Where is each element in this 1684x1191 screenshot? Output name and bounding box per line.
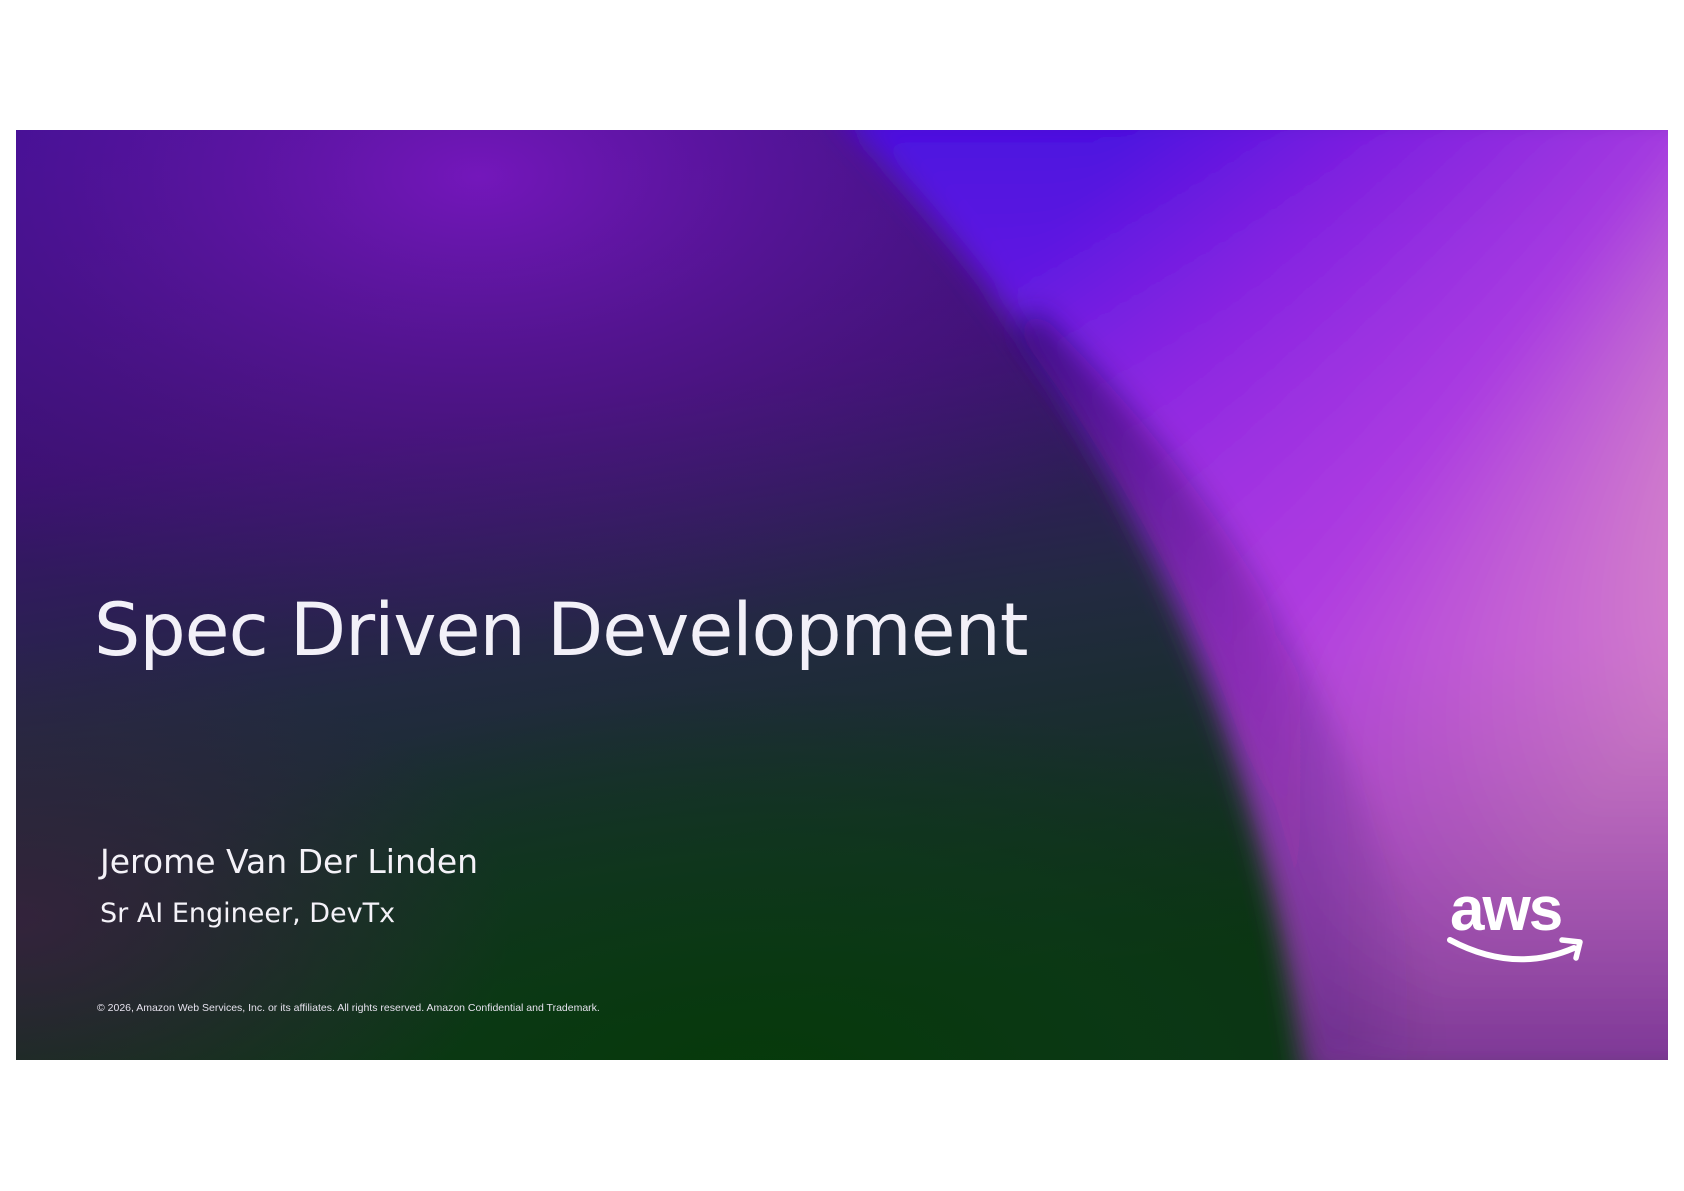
copyright-notice: © 2026, Amazon Web Services, Inc. or its… (97, 1002, 600, 1014)
aws-logo-text: aws (1450, 878, 1561, 944)
title-slide: Spec Driven Development Jerome Van Der L… (16, 130, 1668, 1060)
page: Spec Driven Development Jerome Van Der L… (0, 0, 1684, 1191)
aws-logo: aws (1447, 878, 1583, 963)
slide-title: Spec Driven Development (94, 588, 1028, 673)
presenter-role: Sr AI Engineer, DevTx (100, 898, 396, 929)
presenter-name: Jerome Van Der Linden (100, 842, 479, 881)
